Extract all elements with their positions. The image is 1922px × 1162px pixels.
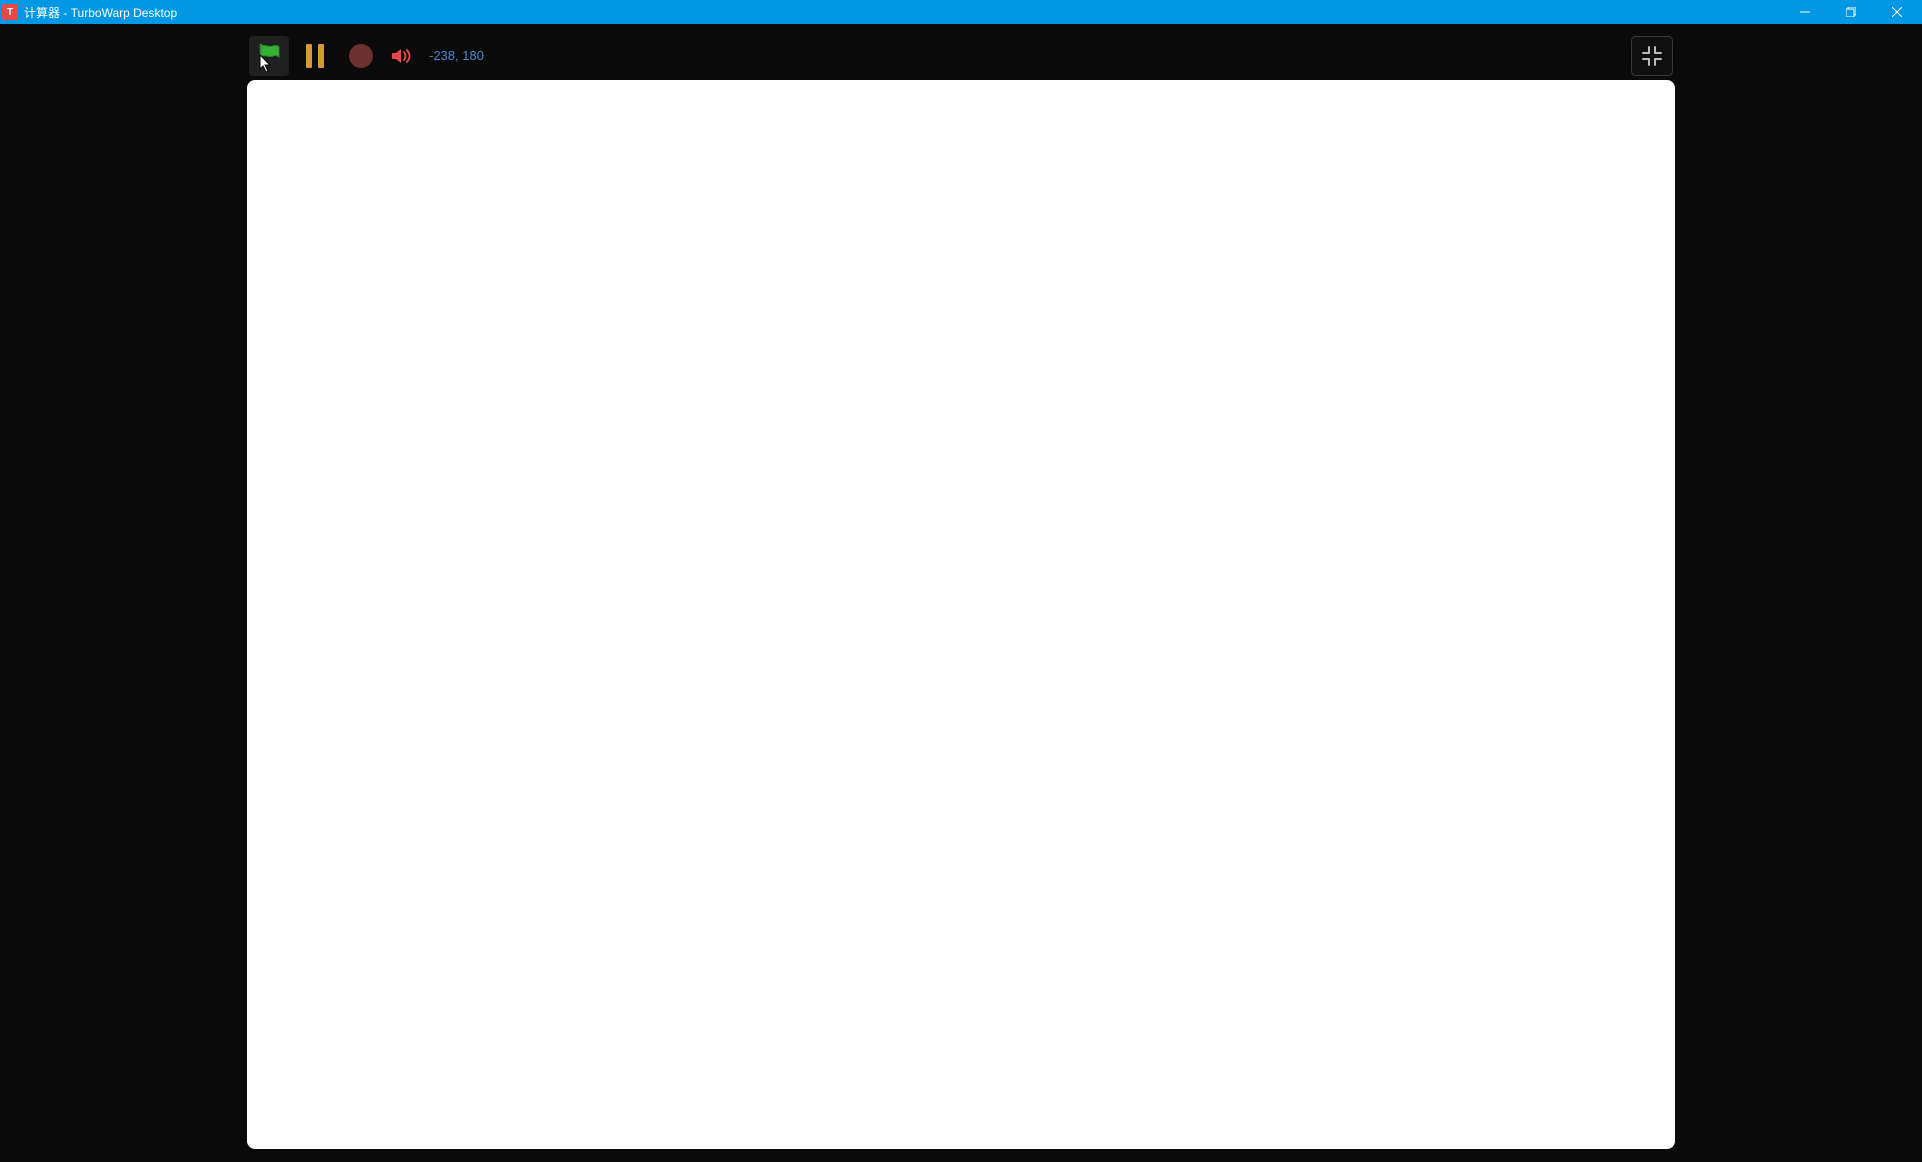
maximize-button[interactable] <box>1828 0 1874 24</box>
maximize-icon <box>1846 7 1856 17</box>
titlebar: T 计算器 - TurboWarp Desktop <box>0 0 1922 24</box>
toolbar: -238, 180 <box>247 33 1675 78</box>
pause-icon <box>306 44 324 68</box>
app-icon-letter: T <box>7 7 13 18</box>
stage-wrapper: -238, 180 <box>247 33 1675 1162</box>
exit-fullscreen-button[interactable] <box>1631 36 1673 76</box>
main-area: -238, 180 <box>0 24 1922 1162</box>
sound-button[interactable] <box>387 36 417 76</box>
green-flag-icon <box>257 43 281 69</box>
app-icon: T <box>2 4 18 20</box>
stop-button[interactable] <box>341 36 381 76</box>
pause-button[interactable] <box>295 36 335 76</box>
sound-icon <box>391 46 413 66</box>
close-button[interactable] <box>1874 0 1920 24</box>
window-controls <box>1782 0 1920 24</box>
stage-canvas[interactable] <box>247 80 1675 1149</box>
exit-fullscreen-icon <box>1641 45 1663 67</box>
window-title: 计算器 - TurboWarp Desktop <box>24 4 1782 21</box>
minimize-button[interactable] <box>1782 0 1828 24</box>
mouse-coordinates: -238, 180 <box>429 48 484 63</box>
green-flag-button[interactable] <box>249 36 289 76</box>
stop-icon <box>349 44 373 68</box>
minimize-icon <box>1800 7 1810 17</box>
close-icon <box>1892 7 1902 17</box>
